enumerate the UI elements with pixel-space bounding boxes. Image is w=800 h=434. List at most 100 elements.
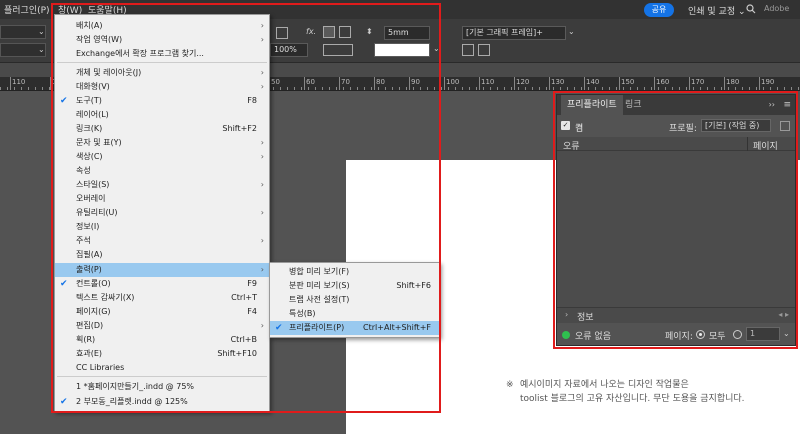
- submenu-item[interactable]: 트랩 사전 설정(T): [270, 293, 439, 307]
- menu-item-label: CC Libraries: [76, 363, 125, 372]
- clear-override-icon[interactable]: [478, 44, 490, 56]
- menu-item[interactable]: 효과(E) Shift+F10: [55, 347, 269, 361]
- object-style-icon[interactable]: [462, 44, 474, 56]
- menu-item[interactable]: ✔ 도구(T) F8: [55, 94, 269, 108]
- info-section[interactable]: › 정보 ◂ ▸: [557, 307, 795, 323]
- profile-dropdown[interactable]: [기본] (작업 중): [701, 119, 771, 132]
- menu-item-label: 개체 및 레이아웃(J): [76, 68, 142, 77]
- menu-item[interactable]: 1 *홈페이지만들기_.indd @ 75%: [55, 380, 269, 394]
- menu-item[interactable]: 작업 영역(W) ›: [55, 33, 269, 47]
- menu-item[interactable]: 주석 ›: [55, 234, 269, 248]
- menu-item[interactable]: 유틸리티(U) ›: [55, 206, 269, 220]
- menu-item[interactable]: 페이지(G) F4: [55, 305, 269, 319]
- error-list[interactable]: [557, 151, 795, 307]
- ruler-minor-tick: [301, 87, 302, 90]
- menu-item-shortcut: Shift+F2: [222, 124, 257, 133]
- submenu-item-label: 프리플라이트(P): [289, 323, 345, 332]
- workspace-switcher[interactable]: 인쇄 및 교정 ⌄: [688, 4, 746, 17]
- fill-icon[interactable]: [276, 27, 288, 39]
- ruler-label: 170: [691, 78, 705, 86]
- menu-item[interactable]: 문자 및 표(Y) ›: [55, 136, 269, 150]
- notice-line-2: toolist 블로그의 고유 자산입니다. 무단 도용을 금지합니다.: [520, 394, 745, 404]
- menu-item[interactable]: 개체 및 레이아웃(J) ›: [55, 66, 269, 80]
- fx-icon[interactable]: fx.: [306, 27, 318, 39]
- menu-item[interactable]: 레이어(L): [55, 108, 269, 122]
- search-icon[interactable]: [746, 4, 756, 14]
- menu-item[interactable]: 오버레이: [55, 192, 269, 206]
- ruler-minor-tick: [693, 87, 694, 90]
- submenu-item[interactable]: 병합 미리 보기(F): [270, 265, 439, 279]
- ruler-label: 60: [306, 78, 315, 86]
- submenu-arrow-icon: ›: [260, 152, 264, 161]
- info-nav-icon[interactable]: ◂ ▸: [778, 310, 789, 319]
- menu-item-label: 집필(A): [76, 250, 103, 259]
- menu-item-label: 작업 영역(W): [76, 35, 123, 44]
- corner-options-icon[interactable]: [323, 44, 353, 56]
- chevron-down-icon[interactable]: ⌄: [783, 329, 790, 338]
- menu-item-label: 출력(P): [76, 265, 102, 274]
- expand-arrow-icon[interactable]: ›: [565, 310, 568, 319]
- menu-item[interactable]: 집필(A): [55, 248, 269, 262]
- menu-item[interactable]: 편집(D) ›: [55, 319, 269, 333]
- menu-item-shortcut: F4: [247, 307, 257, 316]
- menu-item[interactable]: 대화형(V) ›: [55, 80, 269, 94]
- status-ok-icon: [562, 331, 570, 339]
- menu-item[interactable]: 획(R) Ctrl+B: [55, 333, 269, 347]
- submenu-item[interactable]: ✔ 프리플라이트(P) Ctrl+Alt+Shift+F: [270, 321, 439, 335]
- submenu-item[interactable]: 특성(B): [270, 307, 439, 321]
- scale-field[interactable]: 100%: [270, 43, 308, 57]
- menu-item[interactable]: CC Libraries: [55, 361, 269, 375]
- ruler-label: 90: [411, 78, 420, 86]
- menu-plugin[interactable]: 플러그인(P): [4, 3, 50, 16]
- radio-all-pages[interactable]: [696, 330, 705, 339]
- menu-item[interactable]: 텍스트 감싸기(X) Ctrl+T: [55, 291, 269, 305]
- stroke-weight-stepper-icon[interactable]: ⬍: [366, 27, 373, 36]
- menu-item[interactable]: 속성: [55, 164, 269, 178]
- ruler-minor-tick: [721, 87, 722, 90]
- preflight-toolbar: ✓ 켬 프로필: [기본] (작업 중): [557, 117, 795, 135]
- submenu-item[interactable]: 분판 미리 보기(S) Shift+F6: [270, 279, 439, 293]
- panel-tabs: 프리플라이트 링크 ›› ≡: [557, 95, 795, 115]
- align-stroke-center-icon[interactable]: [323, 26, 335, 38]
- ruler-label: 100: [446, 78, 460, 86]
- share-button[interactable]: 공유: [644, 3, 674, 17]
- adobe-account[interactable]: Adobe: [764, 4, 789, 13]
- ruler-minor-tick: [791, 87, 792, 90]
- menu-item[interactable]: 색상(C) ›: [55, 150, 269, 164]
- embed-profile-icon[interactable]: [780, 121, 790, 131]
- menu-item[interactable]: 정보(I): [55, 220, 269, 234]
- submenu-arrow-icon: ›: [260, 236, 264, 245]
- preflight-on-checkbox[interactable]: ✓: [561, 121, 570, 130]
- tab-links[interactable]: 링크: [619, 95, 648, 115]
- pages-label: 페이지:: [665, 332, 693, 342]
- panel-menu-icon[interactable]: ≡: [783, 100, 791, 110]
- radio-page-range[interactable]: [733, 330, 742, 339]
- ruler-minor-tick: [518, 87, 519, 90]
- tab-preflight[interactable]: 프리플라이트: [561, 95, 623, 115]
- status-text: 오류 없음: [575, 332, 611, 342]
- menu-item-label: 컨트롤(O): [76, 279, 111, 288]
- menu-item-label: 문자 및 표(Y): [76, 138, 122, 147]
- menu-item[interactable]: ✔ 컨트롤(O) F9: [55, 277, 269, 291]
- ruler-minor-tick: [455, 87, 456, 90]
- ruler-minor-tick: [630, 87, 631, 90]
- page-range-field[interactable]: 1: [746, 327, 780, 341]
- stroke-type-dropdown[interactable]: [374, 43, 430, 57]
- menu-item[interactable]: 출력(P) ›: [55, 263, 269, 277]
- ruler-minor-tick: [469, 87, 470, 90]
- menu-item[interactable]: 링크(K) Shift+F2: [55, 122, 269, 136]
- stroke-weight-field[interactable]: 5mm: [384, 26, 430, 40]
- ruler-minor-tick: [371, 87, 372, 90]
- menu-item[interactable]: 스타일(S) ›: [55, 178, 269, 192]
- collapse-panel-icon[interactable]: ››: [769, 100, 775, 109]
- align-stroke-inside-icon[interactable]: [339, 26, 351, 38]
- ruler-tick: [479, 77, 480, 90]
- menu-item[interactable]: ✔ 2 부모동_리플렛.indd @ 125%: [55, 395, 269, 409]
- ruler-minor-tick: [315, 87, 316, 90]
- menu-item[interactable]: 배치(A) ›: [55, 19, 269, 33]
- menu-item[interactable]: Exchange에서 확장 프로그램 찾기...: [55, 47, 269, 61]
- ruler-tick: [549, 77, 550, 90]
- ruler-tick: [654, 77, 655, 90]
- ruler-minor-tick: [322, 87, 323, 90]
- object-style-dropdown[interactable]: [기본 그래픽 프레임]+: [462, 26, 566, 40]
